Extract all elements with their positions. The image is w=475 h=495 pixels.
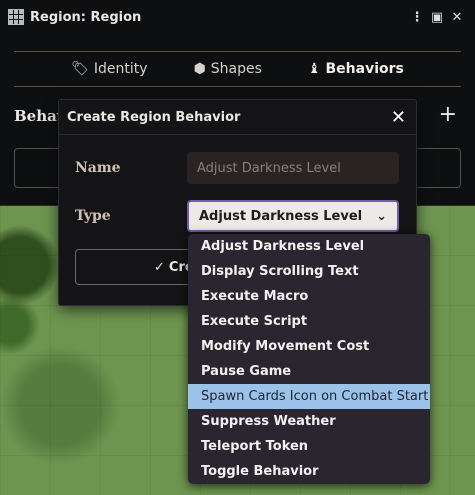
type-select[interactable]: Adjust Darkness Level ⌄ [187, 200, 399, 232]
shapes-icon: ⬢ [193, 61, 206, 77]
type-select-value: Adjust Darkness Level [199, 208, 363, 224]
close-icon[interactable]: ✕ [391, 107, 406, 128]
type-dropdown-list: Adjust Darkness Level Display Scrolling … [188, 234, 430, 484]
name-label: Name [75, 160, 121, 176]
dialog-header[interactable]: Create Region Behavior ✕ [59, 100, 416, 135]
chevron-down-icon: ⌄ [376, 208, 387, 224]
dialog-title: Create Region Behavior [67, 109, 241, 125]
name-field[interactable]: Adjust Darkness Level [187, 152, 399, 184]
token-icon[interactable]: ▣ [427, 10, 447, 25]
kebab-menu-icon[interactable]: ⋮ [407, 10, 427, 25]
option-spawn-cards-icon-on-combat-start[interactable]: Spawn Cards Icon on Combat Start [188, 384, 430, 409]
tab-behaviors-label: Behaviors [325, 61, 404, 77]
check-icon: ✓ [154, 259, 165, 275]
close-window-icon[interactable]: ✕ [447, 10, 467, 25]
tag-icon: 🏷 [71, 61, 89, 77]
tab-shapes[interactable]: ⬢ Shapes [194, 61, 262, 77]
option-teleport-token[interactable]: Teleport Token [188, 434, 430, 459]
grid-icon [8, 9, 24, 25]
divider-tabs [14, 86, 461, 87]
option-execute-script[interactable]: Execute Script [188, 309, 430, 334]
type-row: Type Adjust Darkness Level ⌄ [75, 200, 399, 232]
option-modify-movement-cost[interactable]: Modify Movement Cost [188, 334, 430, 359]
tab-behaviors[interactable]: ♝ Behaviors [308, 61, 404, 77]
option-pause-game[interactable]: Pause Game [188, 359, 430, 384]
option-execute-macro[interactable]: Execute Macro [188, 284, 430, 309]
tab-shapes-label: Shapes [210, 61, 262, 77]
option-suppress-weather[interactable]: Suppress Weather [188, 409, 430, 434]
name-row: Name Adjust Darkness Level [75, 152, 399, 184]
window-titlebar[interactable]: Region: Region ⋮ ▣ ✕ [0, 0, 475, 34]
option-adjust-darkness-level[interactable]: Adjust Darkness Level [188, 234, 430, 259]
window-title: Region: Region [30, 9, 142, 25]
chess-icon: ♝ [307, 61, 321, 77]
tab-identity[interactable]: 🏷 Identity [71, 61, 147, 77]
option-display-scrolling-text[interactable]: Display Scrolling Text [188, 259, 430, 284]
tab-identity-label: Identity [93, 61, 148, 77]
option-toggle-behavior[interactable]: Toggle Behavior [188, 459, 430, 484]
plus-icon[interactable]: + [439, 102, 457, 127]
type-label: Type [75, 208, 111, 224]
tab-bar: 🏷 Identity ⬢ Shapes ♝ Behaviors [0, 52, 475, 86]
